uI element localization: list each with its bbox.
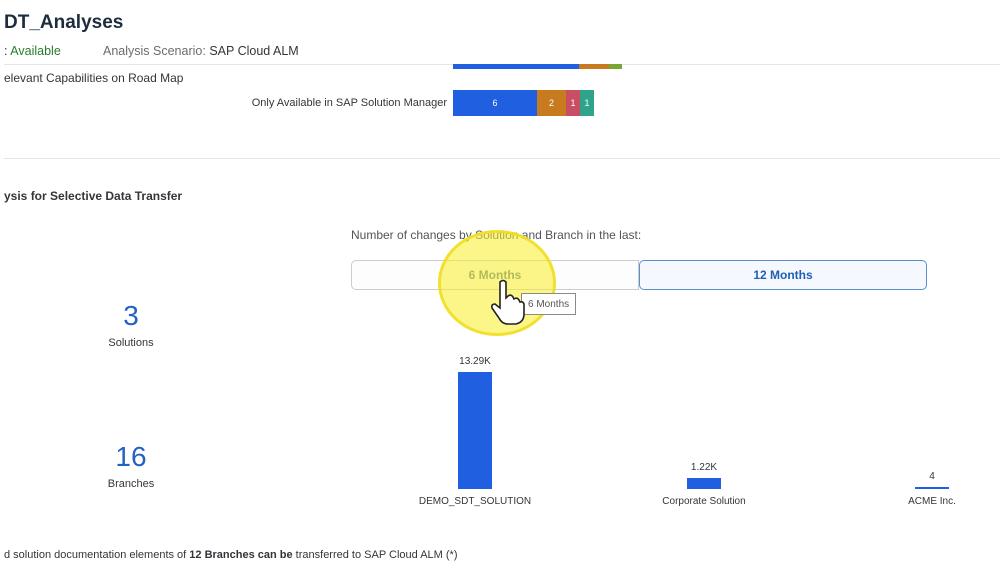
footer-text-after: transferred to SAP Cloud ALM (*) [292, 549, 458, 561]
roadmap-segment-3-value: 1 [570, 98, 576, 108]
chart-data-label: 4 [929, 471, 935, 482]
chart-category-label: Corporate Solution [662, 496, 746, 507]
hand-cursor-icon [491, 279, 525, 325]
page-title: DT_Analyses [4, 12, 124, 33]
roadmap-bar-top-seg-2 [579, 64, 609, 69]
section-divider [4, 158, 1000, 159]
chart-data-label: 13.29K [459, 356, 491, 367]
roadmap-segment-1-value: 6 [492, 98, 498, 108]
chart-category-label: ACME Inc. [908, 496, 956, 507]
footer-text-bold: 12 Branches can be [189, 549, 293, 561]
roadmap-bar-top-seg-1 [453, 64, 579, 69]
chart-data-label: 1.22K [690, 462, 718, 473]
solutions-count[interactable]: 3 [91, 300, 171, 332]
roadmap-segment-3[interactable]: 1 [566, 90, 580, 116]
capabilities-label: elevant Capabilities on Road Map [4, 71, 184, 85]
branches-label: Branches [107, 478, 155, 490]
twelve-months-button[interactable]: 12 Months [639, 260, 927, 290]
solutions-label: Solutions [108, 337, 154, 349]
status-line: : Available [4, 44, 61, 58]
chart-bar[interactable] [458, 372, 492, 489]
roadmap-segment-1[interactable]: 6 [453, 90, 537, 116]
chart-category-label: DEMO_SDT_SOLUTION [418, 496, 532, 507]
changes-label: Number of changes by Solution and Branch… [351, 228, 642, 242]
roadmap-segment-4-value: 1 [584, 98, 590, 108]
roadmap-segment-4[interactable]: 1 [580, 90, 594, 116]
scenario-label: Analysis Scenario: [103, 44, 210, 58]
chart-bar[interactable] [687, 478, 721, 489]
status-value: Available [10, 44, 61, 58]
roadmap-bar-top-seg-3 [609, 64, 622, 69]
analysis-scenario: Analysis Scenario: SAP Cloud ALM [103, 44, 299, 58]
chart-bar[interactable] [915, 487, 949, 489]
tooltip: 6 Months [521, 293, 577, 315]
footer-text: d solution documentation elements of 12 … [4, 549, 458, 561]
footer-text-before: d solution documentation elements of [4, 549, 190, 561]
roadmap-segment-2[interactable]: 2 [537, 90, 566, 116]
scenario-value: SAP Cloud ALM [209, 44, 299, 58]
roadmap-segment-2-value: 2 [548, 98, 554, 108]
roadmap-row-label: Only Available in SAP Solution Manager [251, 97, 447, 109]
section-title: ysis for Selective Data Transfer [4, 189, 183, 203]
branches-count[interactable]: 16 [91, 441, 171, 473]
